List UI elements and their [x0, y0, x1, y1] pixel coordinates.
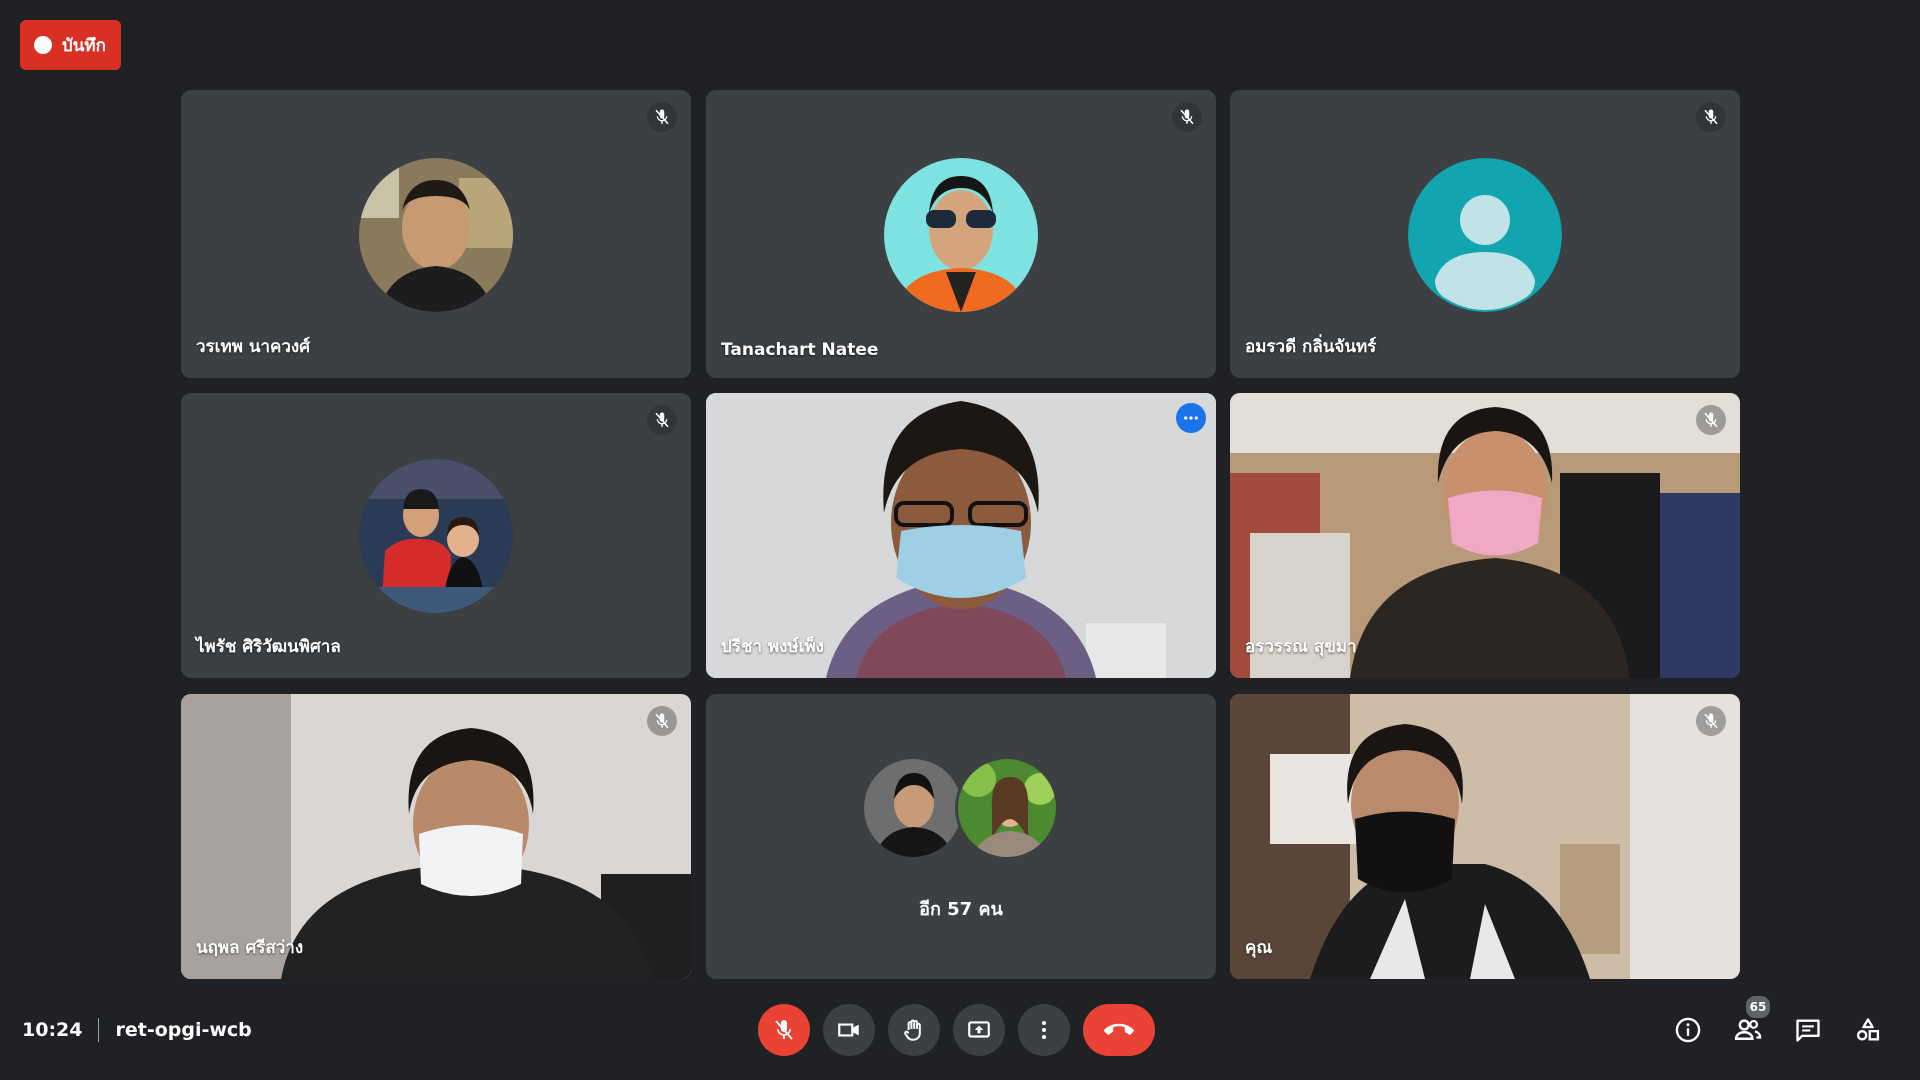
chat-button[interactable]: [1782, 1004, 1834, 1056]
participant-count-badge: 65: [1744, 994, 1772, 1020]
mic-off-icon: [1696, 706, 1726, 736]
others-count-label: อีก 57 คน: [919, 899, 1003, 920]
others-avatar-group: [861, 756, 1061, 860]
more-options-button[interactable]: [1018, 1004, 1070, 1056]
mic-toggle-button[interactable]: [758, 1004, 810, 1056]
participant-name: ไพรัช ศิริวัฒนพิศาล: [196, 637, 341, 657]
participant-tile-active-speaker[interactable]: ปรีชา พงษ์เพ็ง: [706, 393, 1216, 678]
participant-name: อรวรรณ สุขมา: [1245, 637, 1357, 657]
mic-off-icon: [647, 405, 677, 435]
more-vert-icon: [1042, 1021, 1046, 1039]
participant-name: วรเทพ นาควงศ์: [196, 337, 310, 357]
participant-avatar: [955, 756, 1059, 860]
recording-indicator[interactable]: บันทึก: [20, 20, 121, 70]
activities-icon: [1856, 1018, 1880, 1041]
meet-window: บันทึก วรเทพ นาควงศ์ Tanachart Natee อมร…: [0, 0, 1920, 1080]
present-screen-button[interactable]: [953, 1004, 1005, 1056]
default-avatar-icon: [1408, 158, 1562, 312]
participant-video: [1230, 694, 1740, 979]
mic-off-icon: [647, 706, 677, 736]
present-screen-icon: [968, 1021, 990, 1038]
mic-off-icon: [1696, 405, 1726, 435]
mic-off-icon: [647, 102, 677, 132]
participant-avatar: [884, 158, 1038, 312]
mic-off-icon: [1696, 102, 1726, 132]
recording-label: บันทึก: [62, 35, 106, 56]
chat-icon: [1796, 1019, 1820, 1042]
participant-avatar: [861, 756, 965, 860]
raise-hand-icon: [904, 1019, 921, 1041]
participant-name: ปรีชา พงษ์เพ็ง: [721, 637, 824, 657]
call-controls: [0, 1004, 1920, 1056]
others-tile[interactable]: อีก 57 คน: [706, 694, 1216, 979]
camera-toggle-button[interactable]: [823, 1004, 875, 1056]
people-button[interactable]: 65: [1722, 994, 1774, 1056]
end-call-icon: [1104, 1023, 1134, 1035]
mic-off-icon: [775, 1020, 793, 1040]
self-tile[interactable]: คุณ: [1230, 694, 1740, 979]
more-horiz-icon[interactable]: [1176, 403, 1206, 433]
leave-call-button[interactable]: [1083, 1004, 1155, 1056]
participant-avatar: [359, 459, 513, 613]
participant-name: Tanachart Natee: [721, 340, 879, 360]
side-panel-controls: 65: [1660, 994, 1900, 1056]
participant-tile[interactable]: Tanachart Natee: [706, 90, 1216, 378]
camera-icon: [838, 1023, 859, 1037]
participant-tile[interactable]: นฤพล ศรีสว่าง: [181, 694, 691, 979]
mic-off-icon: [1172, 102, 1202, 132]
participant-name: คุณ: [1245, 938, 1273, 958]
meeting-info-button[interactable]: [1662, 1004, 1714, 1056]
participant-tile[interactable]: อรวรรณ สุขมา: [1230, 393, 1740, 678]
participant-name: อมรวดี กลิ่นจันทร์: [1245, 337, 1377, 357]
participant-avatar: [359, 158, 513, 312]
participant-tile[interactable]: ไพรัช ศิริวัฒนพิศาล: [181, 393, 691, 678]
activities-button[interactable]: [1842, 1004, 1894, 1056]
record-dot-icon: [34, 36, 52, 54]
info-icon: [1675, 1017, 1701, 1043]
participant-name: นฤพล ศรีสว่าง: [196, 938, 304, 958]
participant-tile[interactable]: อมรวดี กลิ่นจันทร์: [1230, 90, 1740, 378]
raise-hand-button[interactable]: [888, 1004, 940, 1056]
participant-tile[interactable]: วรเทพ นาควงศ์: [181, 90, 691, 378]
